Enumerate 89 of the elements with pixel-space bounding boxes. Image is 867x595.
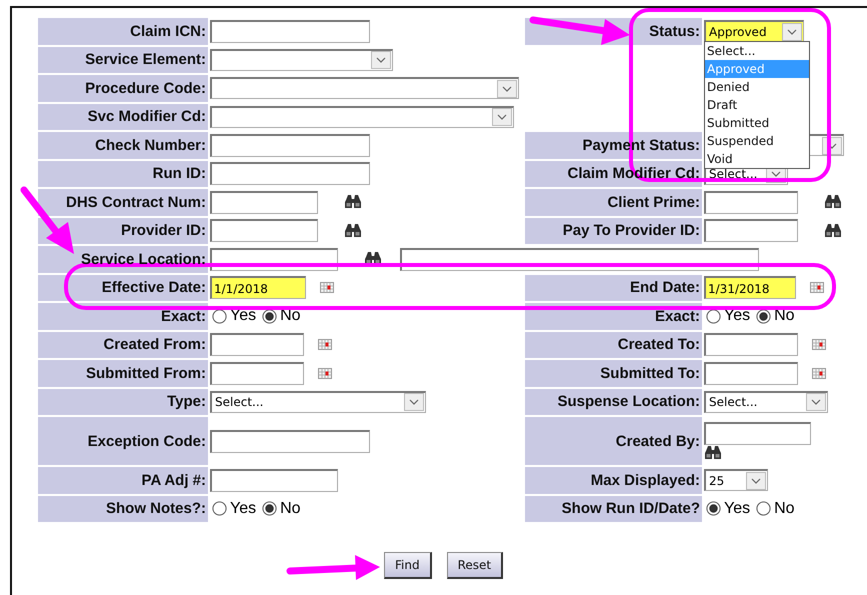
field-label: Max Displayed: — [525, 467, 702, 494]
field-label: PA Adj #: — [38, 467, 208, 494]
date-field[interactable] — [704, 362, 798, 385]
text-field[interactable] — [704, 190, 798, 214]
caret-icon — [751, 478, 761, 484]
field-label: Run ID: — [38, 160, 208, 187]
action-button[interactable]: Reset — [446, 552, 504, 579]
radio-button[interactable] — [706, 308, 721, 324]
binoculars-icon[interactable] — [344, 222, 362, 239]
dropdown[interactable] — [210, 48, 393, 71]
dropdown-option[interactable]: Draft — [705, 96, 809, 114]
radio-option[interactable]: No — [262, 500, 301, 518]
radio-button[interactable] — [212, 308, 227, 324]
caret-icon — [409, 399, 419, 406]
radio-option[interactable]: Yes — [706, 307, 750, 326]
calendar-icon[interactable] — [812, 368, 826, 379]
field-label: Type: — [38, 388, 208, 415]
field-label: Svc Modifier Cd: — [38, 104, 208, 130]
field-label: Claim ICN: — [38, 18, 208, 44]
text-field[interactable] — [210, 430, 370, 452]
radio-button[interactable] — [262, 501, 278, 516]
date-field[interactable]: 1/1/2018 — [210, 276, 306, 300]
radio-option[interactable]: No — [262, 307, 301, 326]
caret-icon — [502, 86, 512, 92]
field-label: Submitted To: — [525, 360, 702, 386]
text-field[interactable] — [210, 20, 370, 43]
binoculars-icon[interactable] — [824, 194, 842, 210]
radio-option[interactable]: Yes — [212, 500, 256, 518]
radio-option[interactable]: Yes — [706, 500, 750, 518]
radio-option[interactable]: No — [756, 500, 795, 518]
caret-icon — [376, 57, 386, 64]
binoculars-icon[interactable] — [824, 222, 842, 239]
field-label: Effective Date: — [38, 274, 208, 301]
text-field[interactable] — [210, 162, 370, 186]
text-field[interactable] — [210, 468, 338, 492]
radio-button[interactable] — [756, 308, 772, 324]
field-label: Created To: — [525, 332, 702, 358]
field-label: Created By: — [525, 417, 702, 465]
dropdown[interactable] — [210, 77, 519, 100]
calendar-icon[interactable] — [318, 368, 332, 379]
text-field[interactable] — [210, 134, 370, 157]
radio-button[interactable] — [212, 501, 227, 516]
caret-icon — [771, 171, 781, 178]
dropdown[interactable]: Approved — [704, 20, 804, 42]
caret-icon — [787, 28, 797, 35]
dropdown[interactable]: Select... — [704, 390, 828, 413]
caret-icon — [497, 114, 507, 120]
dropdown-option[interactable]: Submitted — [705, 114, 809, 132]
dropdown-option[interactable]: Denied — [705, 78, 809, 96]
dropdown[interactable]: 25 — [704, 469, 768, 492]
field-label: End Date: — [525, 274, 702, 301]
text-field[interactable] — [704, 219, 798, 242]
calendar-icon[interactable] — [318, 339, 332, 350]
date-field[interactable] — [210, 333, 304, 356]
calendar-icon[interactable] — [320, 282, 334, 294]
date-field[interactable] — [210, 362, 304, 385]
calendar-icon[interactable] — [812, 339, 826, 350]
dropdown[interactable]: Select... — [210, 390, 426, 413]
binoculars-icon[interactable] — [344, 194, 362, 210]
calendar-icon[interactable] — [810, 282, 824, 294]
action-button[interactable]: Find — [384, 552, 432, 579]
dropdown-option[interactable]: Suspended — [705, 132, 809, 150]
field-label: DHS Contract Num: — [38, 189, 208, 216]
field-label: Service Element: — [38, 46, 208, 73]
radio-option[interactable]: No — [756, 307, 795, 326]
field-label: Client Prime: — [525, 189, 702, 216]
field-label: Exception Code: — [38, 417, 208, 465]
dropdown-option[interactable]: Select... — [705, 42, 809, 60]
binoculars-icon[interactable] — [704, 444, 722, 460]
field-label: Show Run ID/Date? — [525, 496, 702, 522]
radio-button[interactable] — [756, 501, 772, 516]
field-label: Show Notes?: — [38, 496, 208, 522]
field-label: Provider ID: — [38, 218, 208, 244]
radio-option[interactable]: Yes — [212, 307, 256, 326]
radio-button[interactable] — [262, 308, 278, 324]
text-field[interactable] — [210, 219, 318, 242]
caret-icon — [811, 399, 821, 406]
text-field[interactable] — [210, 190, 318, 214]
field-label: Created From: — [38, 332, 208, 358]
field-label: Submitted From: — [38, 360, 208, 386]
field-label: Procedure Code: — [38, 75, 208, 102]
field-label: Check Number: — [38, 132, 208, 158]
radio-button[interactable] — [706, 501, 721, 516]
field-label: Pay To Provider ID: — [525, 218, 702, 244]
date-field[interactable] — [704, 333, 798, 356]
field-label: Suspense Location: — [525, 388, 702, 415]
date-field[interactable]: 1/31/2018 — [704, 276, 796, 300]
text-field[interactable] — [704, 422, 811, 444]
dropdown[interactable] — [210, 106, 514, 128]
